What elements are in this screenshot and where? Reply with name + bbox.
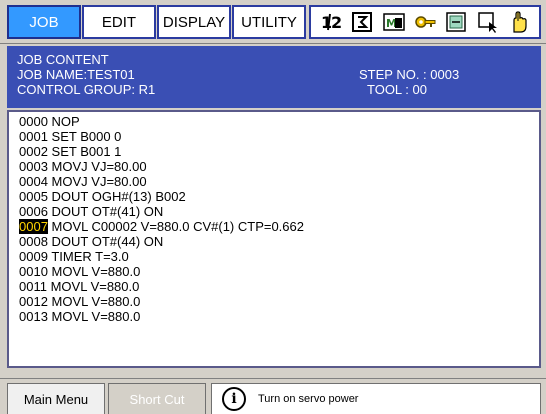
top-menu-bar: JOB EDIT DISPLAY UTILITY 1 2 M — [0, 0, 546, 44]
toolbar-icons: 1 2 M — [309, 5, 541, 39]
job-listing: 0000 NOP 0001 SET B000 0 0002 SET B001 1… — [7, 110, 541, 368]
job-line[interactable]: 0005 DOUT OGH#(13) B002 — [19, 189, 186, 204]
bottom-bar: Main Menu Short Cut i Turn on servo powe… — [0, 378, 546, 414]
coordinate-icon[interactable]: 1 2 — [319, 10, 343, 34]
job-line[interactable]: 0004 MOVJ VJ=80.00 — [19, 174, 147, 189]
tool-number: TOOL : 00 — [367, 82, 427, 97]
job-line[interactable]: 0012 MOVL V=880.0 — [19, 294, 140, 309]
info-icon: i — [222, 387, 246, 411]
job-line[interactable]: 0009 TIMER T=3.0 — [19, 249, 129, 264]
job-line[interactable]: 0000 NOP — [19, 114, 80, 129]
key-icon[interactable] — [413, 10, 437, 34]
job-line[interactable]: 0002 SET B001 1 — [19, 144, 121, 159]
svg-text:2: 2 — [331, 13, 342, 32]
servo-icon[interactable] — [444, 10, 468, 34]
io-monitor-icon[interactable] — [350, 10, 374, 34]
tab-utility[interactable]: UTILITY — [232, 5, 306, 39]
job-content-title: JOB CONTENT — [17, 52, 109, 67]
job-header: JOB CONTENT JOB NAME:TEST01 CONTROL GROU… — [7, 46, 541, 108]
hand-icon[interactable] — [507, 10, 531, 34]
tab-display[interactable]: DISPLAY — [157, 5, 231, 39]
message-area: i Turn on servo power — [211, 383, 541, 414]
selected-line-number: 0007 — [19, 219, 48, 234]
status-message: Turn on servo power — [258, 393, 359, 405]
control-group: CONTROL GROUP: R1 — [17, 82, 156, 97]
manual-icon[interactable]: M — [382, 10, 406, 34]
short-cut-button[interactable]: Short Cut — [108, 383, 206, 414]
tab-job[interactable]: JOB — [7, 5, 81, 39]
tab-edit[interactable]: EDIT — [82, 5, 156, 39]
job-line[interactable]: 0008 DOUT OT#(44) ON — [19, 234, 163, 249]
job-line[interactable]: 0001 SET B000 0 — [19, 129, 121, 144]
cursor-icon[interactable] — [476, 10, 500, 34]
job-line[interactable]: 0013 MOVL V=880.0 — [19, 309, 140, 324]
step-number: STEP NO. : 0003 — [359, 67, 460, 82]
job-line[interactable]: 0003 MOVJ VJ=80.00 — [19, 159, 147, 174]
job-line[interactable]: 0006 DOUT OT#(41) ON — [19, 204, 163, 219]
job-line[interactable]: 0010 MOVL V=880.0 — [19, 264, 140, 279]
job-name: JOB NAME:TEST01 — [17, 67, 135, 82]
job-line[interactable]: 0011 MOVL V=880.0 — [19, 279, 139, 294]
job-line-selected[interactable]: 0007 MOVL C00002 V=880.0 CV#(1) CTP=0.66… — [19, 219, 304, 234]
main-menu-button[interactable]: Main Menu — [7, 383, 105, 414]
